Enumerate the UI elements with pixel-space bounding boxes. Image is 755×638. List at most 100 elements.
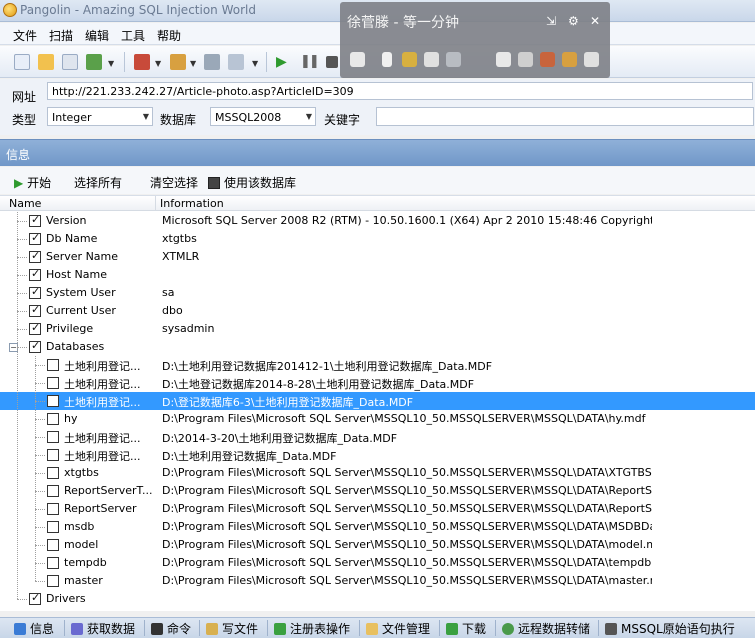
database-row[interactable]: 土地利用登记... D:\土地利用登记数据库201412-1\土地利用登记数据库_… bbox=[0, 356, 755, 374]
menu-icon[interactable] bbox=[584, 52, 599, 67]
checkbox[interactable] bbox=[47, 557, 59, 569]
share-icon[interactable] bbox=[562, 52, 577, 67]
database-row[interactable]: tempdb D:\Program Files\Microsoft SQL Ser… bbox=[0, 554, 755, 572]
keyword-input[interactable] bbox=[376, 107, 754, 126]
column-divider[interactable] bbox=[155, 196, 156, 211]
database-row[interactable]: ReportServer D:\Program Files\Microsoft S… bbox=[0, 500, 755, 518]
menu-scan[interactable]: 扫描 bbox=[49, 27, 73, 44]
pause-icon[interactable]: ❚❚ bbox=[300, 54, 320, 70]
tree-item-name: 土地利用登记... bbox=[64, 378, 141, 391]
database-select[interactable]: MSSQL2008 ▼ bbox=[210, 107, 316, 126]
database-row[interactable]: master D:\Program Files\Microsoft SQL Ser… bbox=[0, 572, 755, 590]
home-icon[interactable] bbox=[518, 52, 533, 67]
database-icon[interactable] bbox=[228, 54, 244, 70]
save-icon[interactable] bbox=[62, 54, 78, 70]
menu-tools[interactable]: 工具 bbox=[121, 27, 145, 44]
start-label: 开始 bbox=[27, 176, 52, 190]
tree-row-host-name[interactable]: Host Name bbox=[0, 266, 755, 284]
start-button[interactable]: ▶ 开始 bbox=[14, 174, 51, 191]
tree-row-drivers[interactable]: Drivers bbox=[0, 590, 755, 608]
checkbox[interactable] bbox=[29, 303, 41, 317]
tab-get-data[interactable]: 获取数据 bbox=[71, 620, 135, 637]
checkbox[interactable] bbox=[47, 485, 59, 497]
open-file-icon[interactable] bbox=[38, 54, 54, 70]
pause-icon[interactable] bbox=[382, 52, 392, 67]
tree-row-databases[interactable]: −Databases bbox=[0, 338, 755, 356]
select-all-button[interactable]: 选择所有 bbox=[74, 174, 122, 191]
database-row[interactable]: hy D:\Program Files\Microsoft SQL Server\… bbox=[0, 410, 755, 428]
url-input[interactable]: http://221.233.242.27/Article-photo.asp?… bbox=[47, 82, 753, 100]
tab-remote-dump[interactable]: 远程数据转储 bbox=[502, 620, 590, 637]
database-row[interactable]: 土地利用登记... D:\登记数据库6-3\土地利用登记数据库_Data.MDF bbox=[0, 392, 755, 410]
settings-icon[interactable] bbox=[170, 54, 186, 70]
search-icon[interactable] bbox=[14, 54, 30, 70]
column-information[interactable]: Information bbox=[160, 197, 224, 210]
minimize-icon[interactable]: ⇲ bbox=[546, 14, 556, 28]
checkbox[interactable] bbox=[47, 539, 59, 551]
tab-download[interactable]: 下载 bbox=[446, 620, 486, 637]
lyrics-icon[interactable] bbox=[540, 52, 555, 67]
heart-icon[interactable] bbox=[496, 52, 511, 67]
chevron-down-icon[interactable]: ▼ bbox=[108, 59, 114, 68]
tab-file-manager[interactable]: 文件管理 bbox=[366, 620, 430, 637]
checkbox[interactable] bbox=[29, 591, 41, 605]
clear-selection-button[interactable]: 清空选择 bbox=[150, 174, 198, 191]
checkbox[interactable] bbox=[47, 467, 59, 479]
menu-help[interactable]: 帮助 bbox=[157, 27, 181, 44]
wrench-icon[interactable] bbox=[204, 54, 220, 70]
play-icon[interactable]: ▶ bbox=[276, 54, 292, 70]
close-icon[interactable]: ✕ bbox=[590, 14, 600, 28]
tree-row-system-user[interactable]: System User sa bbox=[0, 284, 755, 302]
tab-mssql-raw[interactable]: MSSQL原始语句执行 bbox=[605, 620, 735, 637]
checkbox[interactable] bbox=[29, 321, 41, 335]
key-icon[interactable] bbox=[402, 52, 417, 67]
checkbox[interactable] bbox=[47, 395, 59, 407]
tab-command[interactable]: 命令 bbox=[151, 620, 191, 637]
tree-row-server-name[interactable]: Server Name XTMLR bbox=[0, 248, 755, 266]
chevron-down-icon[interactable]: ▼ bbox=[190, 59, 196, 68]
database-row[interactable]: model D:\Program Files\Microsoft SQL Serv… bbox=[0, 536, 755, 554]
menu-edit[interactable]: 编辑 bbox=[85, 27, 109, 44]
checkbox[interactable] bbox=[29, 249, 41, 263]
url-label: 网址 bbox=[12, 90, 37, 104]
plugin-icon[interactable] bbox=[134, 54, 150, 70]
checkbox[interactable] bbox=[47, 377, 59, 389]
checkbox[interactable] bbox=[47, 449, 59, 461]
tree-row-privilege[interactable]: Privilege sysadmin bbox=[0, 320, 755, 338]
checkbox[interactable] bbox=[47, 575, 59, 587]
database-row[interactable]: 土地利用登记... D:\土地利用登记数据库_Data.MDF bbox=[0, 446, 755, 464]
checkbox[interactable] bbox=[29, 213, 41, 227]
database-row[interactable]: ReportServerT... D:\Program Files\Microso… bbox=[0, 482, 755, 500]
database-row[interactable]: 土地利用登记... D:\土地登记数据库2014-8-28\土地利用登记数据库_D… bbox=[0, 374, 755, 392]
database-row[interactable]: 土地利用登记... D:\2014-3-20\土地利用登记数据库_Data.MDF bbox=[0, 428, 755, 446]
magnifier-icon[interactable] bbox=[446, 52, 461, 67]
type-select[interactable]: Integer ▼ bbox=[47, 107, 153, 126]
gear-icon[interactable]: ⚙ bbox=[568, 14, 579, 28]
checkbox[interactable] bbox=[47, 431, 59, 443]
column-name[interactable]: Name bbox=[9, 197, 41, 210]
previous-icon[interactable] bbox=[350, 52, 365, 67]
chevron-down-icon[interactable]: ▼ bbox=[155, 59, 161, 68]
checkbox[interactable] bbox=[29, 285, 41, 299]
use-database-button[interactable]: 使用该数据库 bbox=[208, 174, 296, 191]
tab-write-file[interactable]: 写文件 bbox=[206, 620, 258, 637]
tree-row-db-name[interactable]: Db Name xtgtbs bbox=[0, 230, 755, 248]
database-row[interactable]: xtgtbs D:\Program Files\Microsoft SQL Ser… bbox=[0, 464, 755, 482]
tree-row-current-user[interactable]: Current User dbo bbox=[0, 302, 755, 320]
tab-info[interactable]: 信息 bbox=[14, 620, 54, 637]
database-row[interactable]: msdb D:\Program Files\Microsoft SQL Serve… bbox=[0, 518, 755, 536]
next-icon[interactable] bbox=[424, 52, 439, 67]
chevron-down-icon[interactable]: ▼ bbox=[252, 59, 258, 68]
stop-icon[interactable] bbox=[326, 56, 338, 68]
checkbox[interactable] bbox=[29, 267, 41, 281]
tab-registry[interactable]: 注册表操作 bbox=[274, 620, 350, 637]
tree-row-version[interactable]: Version Microsoft SQL Server 2008 R2 (RTM… bbox=[0, 212, 755, 230]
menu-file[interactable]: 文件 bbox=[13, 27, 37, 44]
checkbox[interactable] bbox=[29, 339, 41, 353]
checkbox[interactable] bbox=[47, 413, 59, 425]
checkbox[interactable] bbox=[47, 521, 59, 533]
checkbox[interactable] bbox=[29, 231, 41, 245]
checkbox[interactable] bbox=[47, 503, 59, 515]
checkbox[interactable] bbox=[47, 359, 59, 371]
export-icon[interactable] bbox=[86, 54, 102, 70]
